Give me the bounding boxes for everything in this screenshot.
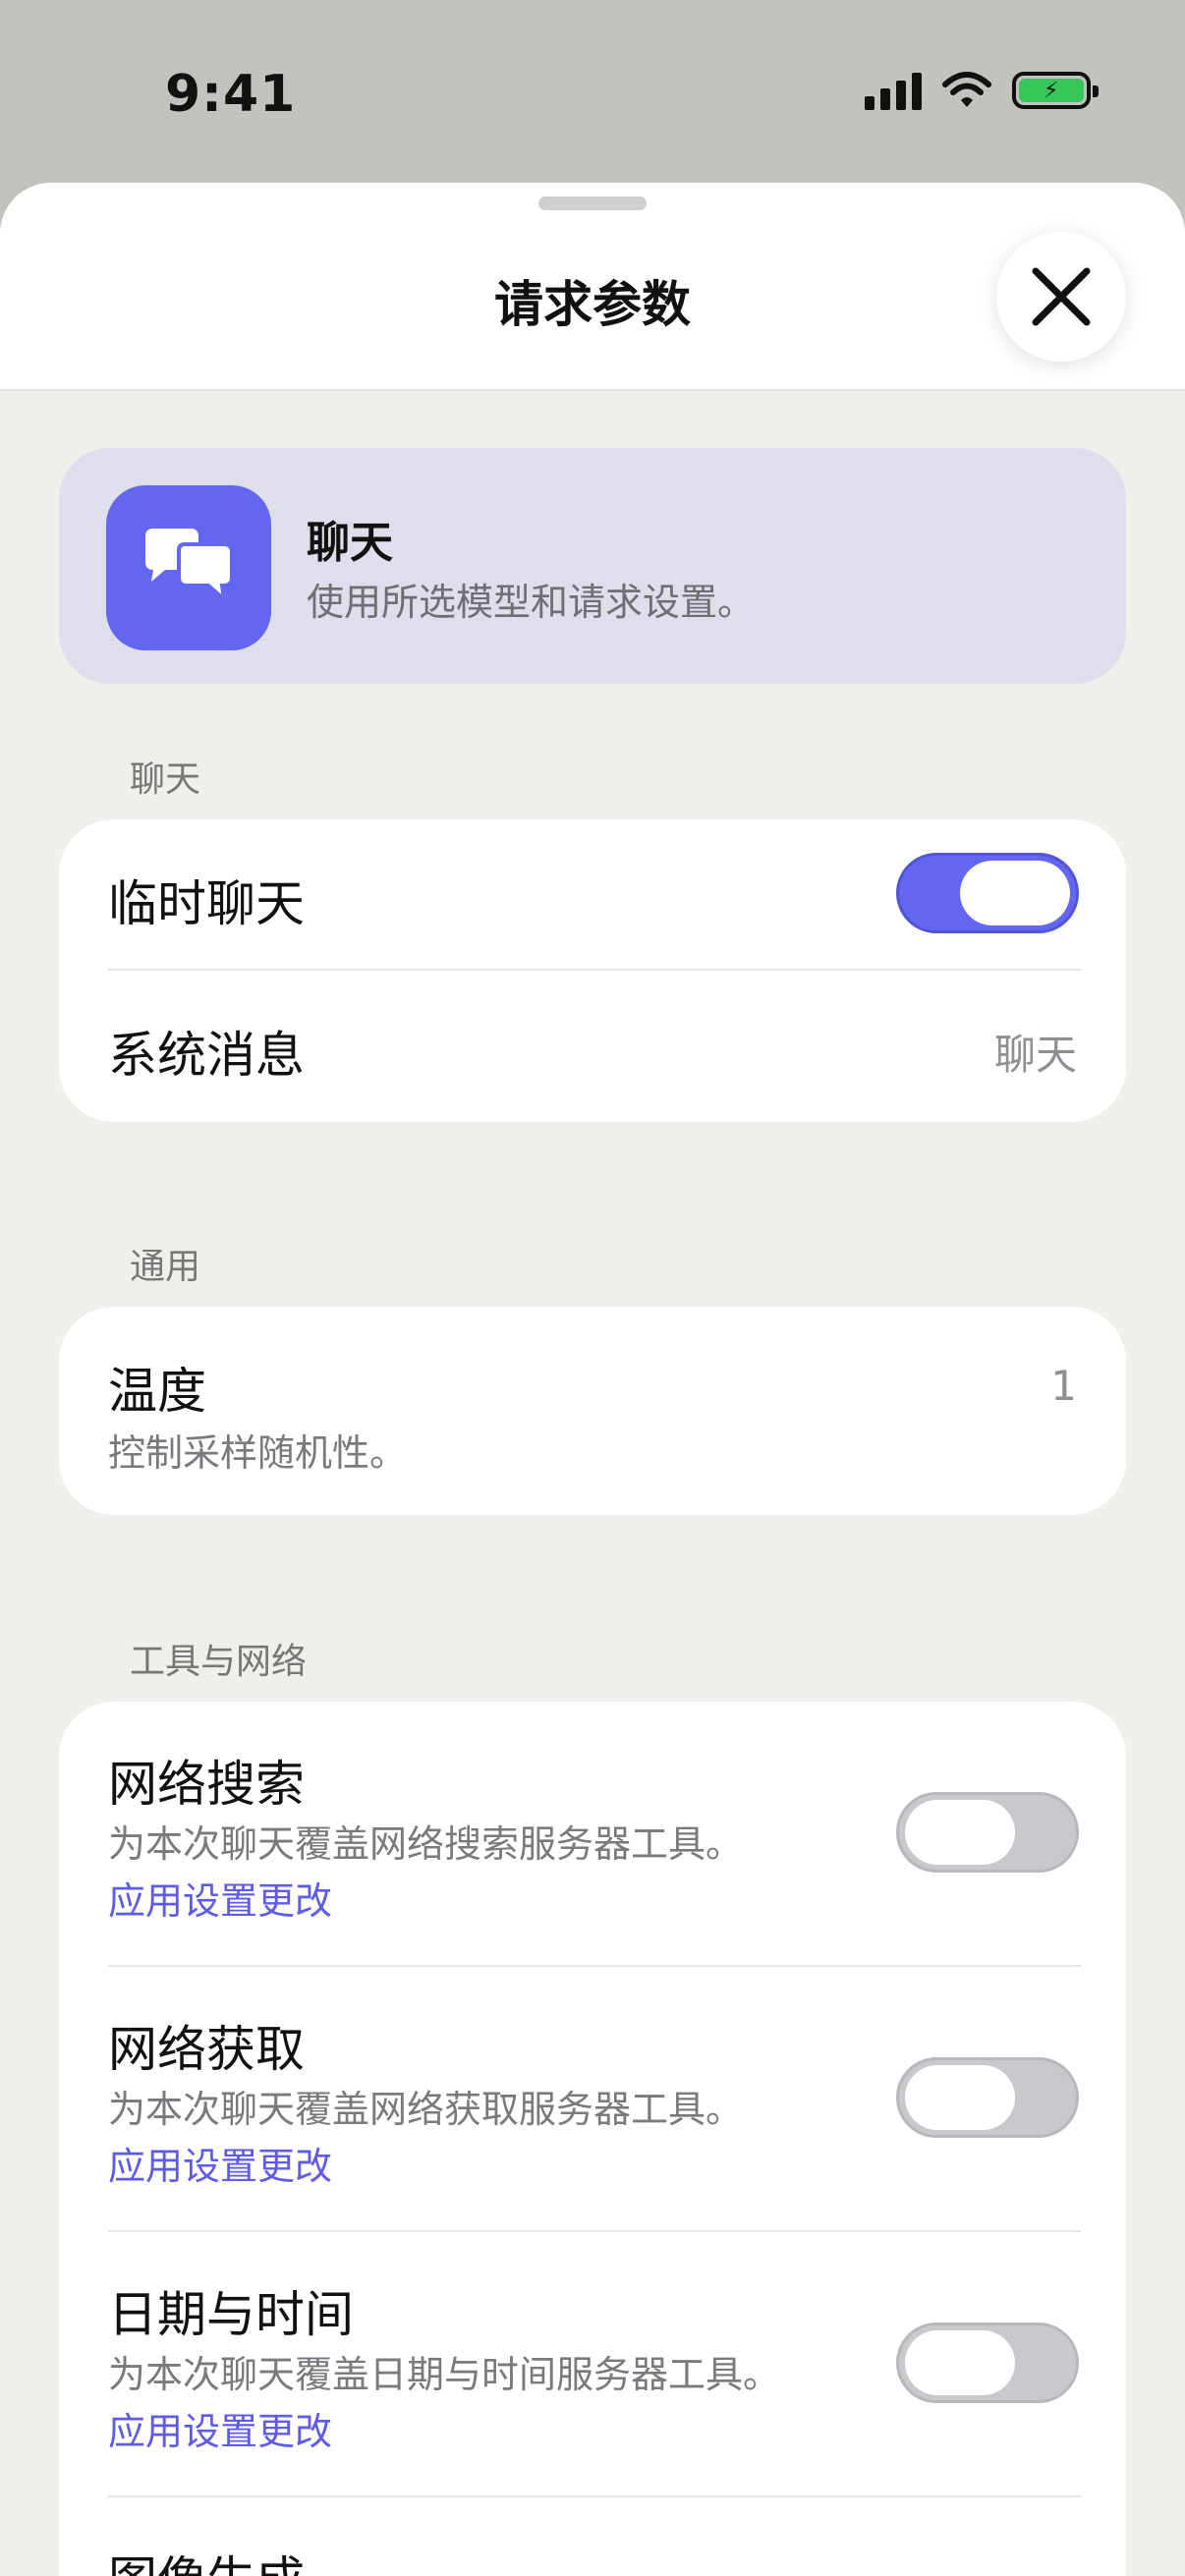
date-time-toggle[interactable] [896,2323,1079,2403]
web-fetch-toggle[interactable] [896,2057,1079,2138]
web-search-description: 为本次聊天覆盖网络搜索服务器工具。 [108,1822,744,1866]
close-icon [1032,267,1091,326]
temperature-row[interactable]: 温度 控制采样随机性。 1 [59,1307,1126,1515]
web-search-toggle[interactable] [896,1792,1079,1873]
image-generation-label: 图像生成 [108,2541,305,2576]
section-label-general: 通用 [130,1247,201,1287]
date-time-description: 为本次聊天覆盖日期与时间服务器工具。 [108,2353,781,2396]
chat-settings-card: 临时聊天 系统消息 聊天 [59,819,1126,1122]
temperature-description: 控制采样随机性。 [108,1431,408,1475]
web-search-label: 网络搜索 [108,1756,305,1813]
web-fetch-apply-link[interactable]: 应用设置更改 [108,2136,332,2190]
date-time-row: 日期与时间 为本次聊天覆盖日期与时间服务器工具。 应用设置更改 [59,2232,1126,2497]
system-message-row[interactable]: 系统消息 聊天 [59,971,1126,1122]
web-fetch-label: 网络获取 [108,2021,305,2078]
general-settings-card: 温度 控制采样随机性。 1 [59,1307,1126,1515]
status-icons: ⚡ [865,71,1099,110]
temp-chat-row: 临时聊天 [59,819,1126,971]
section-label-tools: 工具与网络 [130,1642,308,1682]
close-button[interactable] [996,232,1126,362]
cellular-signal-icon [865,71,922,110]
temp-chat-label: 临时聊天 [108,875,305,932]
temperature-label: 温度 [108,1363,206,1420]
system-message-label: 系统消息 [108,1027,305,1084]
temp-chat-toggle[interactable] [896,853,1079,933]
web-fetch-description: 为本次聊天覆盖网络获取服务器工具。 [108,2088,744,2131]
banner-subtitle: 使用所选模型和请求设置。 [307,581,756,624]
tools-settings-card: 网络搜索 为本次聊天覆盖网络搜索服务器工具。 应用设置更改 网络获取 为本次聊天… [59,1702,1126,2576]
image-generation-row: 图像生成 [59,2497,1126,2576]
sheet-header: 请求参数 [0,183,1185,391]
request-params-sheet: 请求参数 聊天 使用所选模型和请求设置。 聊天 临时聊天 系统消息 聊天 通用 … [0,183,1185,2576]
web-fetch-row: 网络获取 为本次聊天覆盖网络获取服务器工具。 应用设置更改 [59,1967,1126,2232]
system-message-value: 聊天 [993,1031,1077,1079]
wifi-icon [942,72,991,107]
web-search-row: 网络搜索 为本次聊天覆盖网络搜索服务器工具。 应用设置更改 [59,1702,1126,1967]
chat-bubbles-icon [106,485,271,650]
status-bar: 9:41 ⚡ [0,0,1185,187]
web-search-apply-link[interactable]: 应用设置更改 [108,1871,332,1925]
date-time-apply-link[interactable]: 应用设置更改 [108,2401,332,2455]
mode-banner: 聊天 使用所选模型和请求设置。 [59,448,1126,684]
status-time: 9:41 [165,65,297,124]
date-time-label: 日期与时间 [108,2286,354,2343]
banner-title: 聊天 [307,518,393,568]
battery-charging-icon: ⚡ [1012,72,1099,109]
section-label-chat: 聊天 [130,759,201,800]
sheet-grabber[interactable] [538,196,647,210]
temperature-value: 1 [1050,1362,1077,1410]
